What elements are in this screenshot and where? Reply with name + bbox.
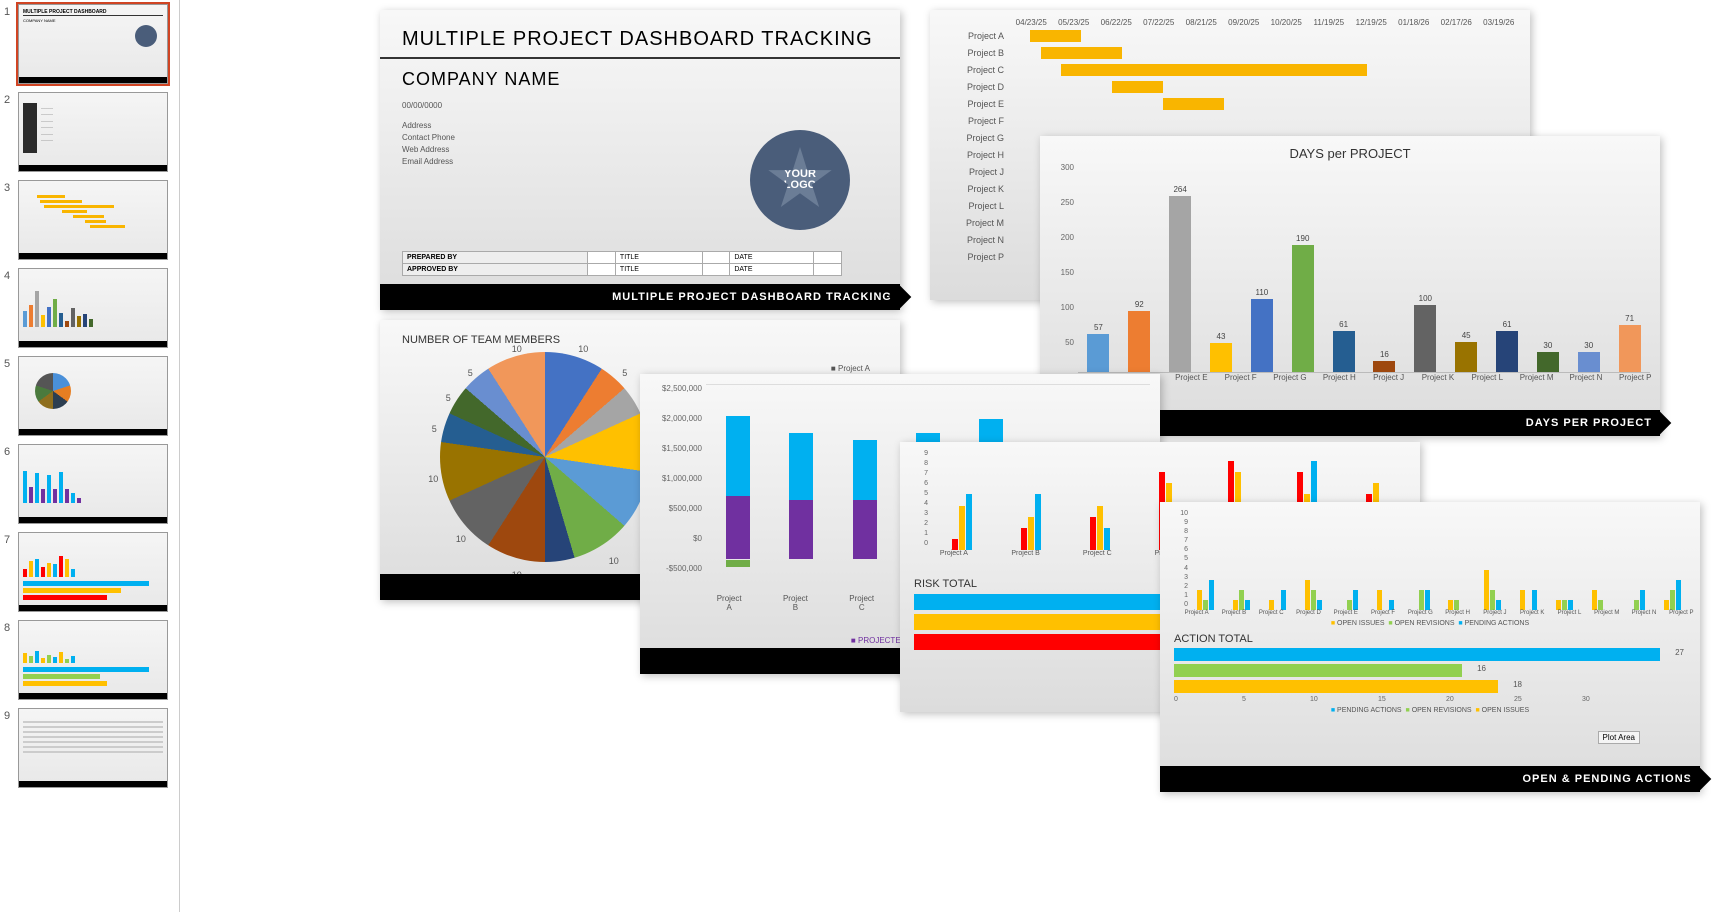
slide-title[interactable]: MULTIPLE PROJECT DASHBOARD TRACKING COMP… <box>380 10 900 310</box>
thumb-slide-3[interactable] <box>18 180 168 260</box>
chart-bar: 61 <box>1323 320 1364 372</box>
gantt-row: Project D <box>940 78 1520 95</box>
thumb-number: 1 <box>4 4 18 18</box>
thumb-slide-5[interactable] <box>18 356 168 436</box>
thumb-number: 7 <box>4 532 18 546</box>
chart-bar: 264 <box>1160 185 1201 372</box>
signoff-table: PREPARED BYTITLEDATE APPROVED BYTITLEDAT… <box>402 251 842 276</box>
chart-bar-group <box>1475 570 1511 610</box>
chart-bar: 43 <box>1201 332 1242 372</box>
chart-bar-group <box>1511 590 1547 610</box>
chart-bar: 16 <box>1364 350 1405 372</box>
chart-bar: 71 <box>1609 314 1650 372</box>
thumb-number: 4 <box>4 268 18 282</box>
thumb-number: 6 <box>4 444 18 458</box>
thumb-slide-9[interactable] <box>18 708 168 788</box>
slide-thumbnail-panel: 1 MULTIPLE PROJECT DASHBOARDCOMPANY NAME… <box>0 0 180 912</box>
chart-bar-group <box>928 494 997 550</box>
gantt-row: Project E <box>940 95 1520 112</box>
title-text: MULTIPLE PROJECT DASHBOARD TRACKING <box>380 10 900 59</box>
thumb-number: 2 <box>4 92 18 106</box>
chart-bar: 92 <box>1119 300 1160 372</box>
thumb-slide-4[interactable] <box>18 268 168 348</box>
chart-bar: 61 <box>1487 320 1528 372</box>
x-axis: Project AProject BProject CProject DProj… <box>1178 610 1700 616</box>
company-text: COMPANY NAME <box>380 59 900 96</box>
chart-bar-group <box>1654 580 1690 610</box>
chart-bar-group <box>1439 600 1475 610</box>
chart-bar-group <box>1367 590 1403 610</box>
slide-footer: OPEN & PENDING ACTIONS <box>1160 766 1700 792</box>
date-text: 00/00/0000 <box>380 96 900 116</box>
thumb-slide-8[interactable] <box>18 620 168 700</box>
chart-bar-group <box>1260 590 1296 610</box>
gantt-row: Project C <box>940 61 1520 78</box>
thumb-number: 3 <box>4 180 18 194</box>
y-axis: 012345678910 <box>1170 510 1188 610</box>
slide-open-pending[interactable]: 012345678910 <box>1160 502 1700 792</box>
pie-legend: ■ Project A <box>831 364 870 373</box>
gantt-date-header: 04/23/2505/23/2506/22/2507/22/2508/21/25… <box>1010 18 1520 27</box>
plot-area-button[interactable]: Plot Area <box>1598 731 1640 744</box>
star-icon: YOUR LOGO <box>767 147 833 213</box>
slide-canvas: MULTIPLE PROJECT DASHBOARD TRACKING COMP… <box>180 0 1726 912</box>
chart-bar-group <box>1331 590 1367 610</box>
gantt-row: Project A <box>940 27 1520 44</box>
chart-title: NUMBER OF TEAM MEMBERS <box>380 320 900 352</box>
chart-bar-group <box>1618 590 1654 610</box>
thumb-slide-1[interactable]: MULTIPLE PROJECT DASHBOARDCOMPANY NAME <box>18 4 168 84</box>
thumb-number: 8 <box>4 620 18 634</box>
action-total-issues: 18 <box>1174 680 1498 693</box>
y-axis: 50100150200250300 <box>1050 163 1078 373</box>
chart-plot: 57922644311019061161004561303071 <box>1078 163 1650 373</box>
chart-bar-group <box>1547 600 1583 610</box>
chart-bar-group <box>1224 590 1260 610</box>
thumb-number: 9 <box>4 708 18 722</box>
subtitle: ACTION TOTAL <box>1174 633 1686 645</box>
gantt-row: Project B <box>940 44 1520 61</box>
chart-bar-group <box>1066 506 1135 550</box>
gantt-row: Project F <box>940 112 1520 129</box>
chart-title: DAYS per PROJECT <box>1040 136 1660 163</box>
thumb-slide-2[interactable]: —————————————————— <box>18 92 168 172</box>
chart-bar-group <box>1188 580 1224 610</box>
thumb-slide-7[interactable] <box>18 532 168 612</box>
thumb-number: 5 <box>4 356 18 370</box>
chart-bar <box>706 385 769 594</box>
action-total-revisions: 16 <box>1174 664 1462 677</box>
action-total-pending: 27 <box>1174 648 1660 661</box>
chart-bar-group <box>997 494 1066 550</box>
chart-bar: 30 <box>1568 341 1609 372</box>
chart-legend-bottom: ■ PENDING ACTIONS ■ OPEN REVISIONS ■ OPE… <box>1164 707 1696 714</box>
y-axis: 0123456789 <box>910 450 928 550</box>
chart-bar: 30 <box>1527 341 1568 372</box>
chart-legend: ■ OPEN ISSUES ■ OPEN REVISIONS ■ PENDING… <box>1164 620 1696 627</box>
chart-bar: 190 <box>1282 234 1323 372</box>
chart-bar: 100 <box>1405 294 1446 372</box>
chart-bar: 110 <box>1241 288 1282 372</box>
pie-chart: 1055101010510101055510 <box>440 352 650 562</box>
logo-placeholder[interactable]: YOUR LOGO <box>750 130 850 230</box>
chart-bar: 45 <box>1446 331 1487 372</box>
chart-plot <box>1188 510 1690 610</box>
x-axis-bottom: 051015202530 <box>1174 696 1650 703</box>
chart-bar-group <box>1296 580 1332 610</box>
chart-bar-group <box>1582 590 1618 610</box>
thumb-slide-6[interactable] <box>18 444 168 524</box>
y-axis: -$500,000$0$500,000$1,000,000$1,500,000$… <box>650 384 706 594</box>
chart-bar <box>833 385 896 594</box>
slide-footer: MULTIPLE PROJECT DASHBOARD TRACKING <box>380 284 900 310</box>
chart-bar: 57 <box>1078 323 1119 372</box>
chart-bar-group <box>1403 590 1439 610</box>
chart-bar <box>769 385 832 594</box>
